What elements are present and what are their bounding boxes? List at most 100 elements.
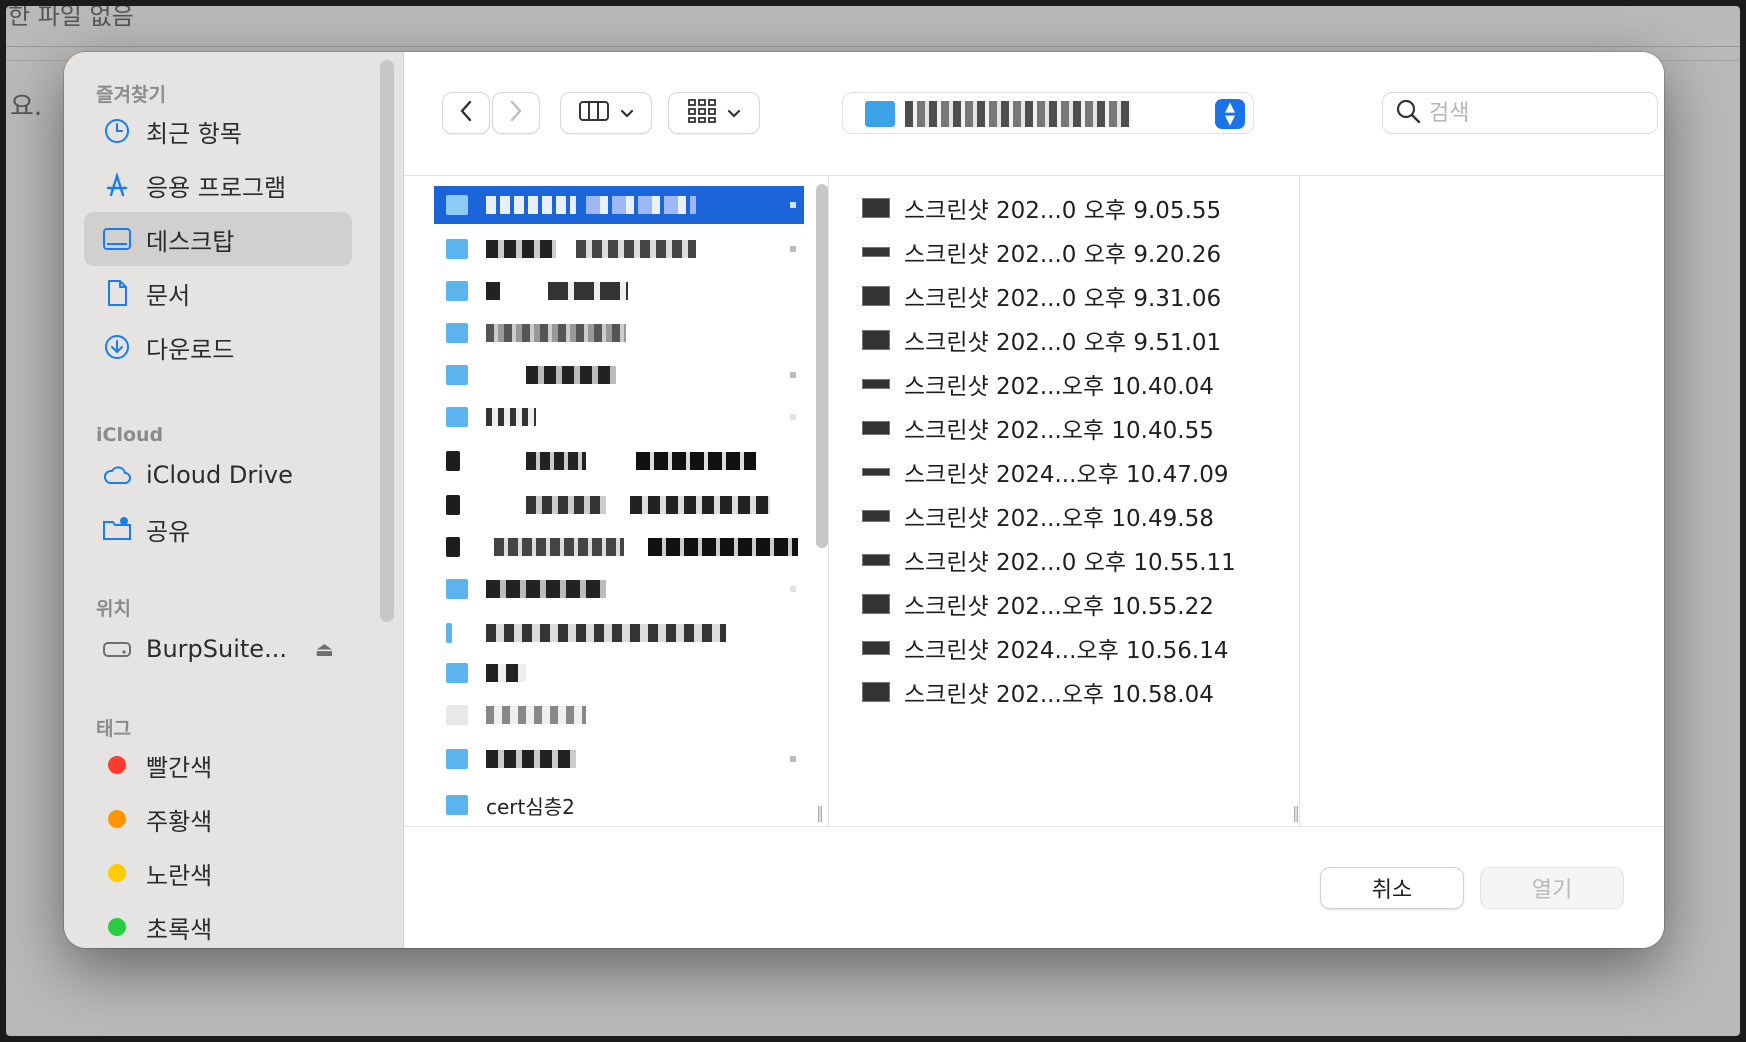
file-item[interactable]: 스크린샷 202...0 오후 9.05.55 bbox=[862, 188, 1221, 228]
file-item[interactable]: 스크린샷 202...오후 10.40.55 bbox=[862, 408, 1214, 448]
browser-column-1: cert심층2 ‖ bbox=[404, 176, 829, 826]
sidebar-tag-green[interactable]: 초록색 bbox=[84, 900, 352, 948]
sidebar-item-downloads[interactable]: 다운로드 bbox=[84, 320, 352, 374]
shared-folder-icon bbox=[102, 514, 132, 544]
sidebar-item-applications[interactable]: 응용 프로그램 bbox=[84, 158, 352, 212]
folder-icon bbox=[446, 451, 460, 471]
sidebar-item-label: 노란색 bbox=[146, 861, 213, 890]
forward-button[interactable] bbox=[492, 92, 540, 134]
sidebar-item-label: iCloud Drive bbox=[146, 461, 293, 489]
location-popup[interactable]: ▲ ▼ bbox=[842, 92, 1254, 134]
file-name: 스크린샷 202...오후 10.49.58 bbox=[904, 506, 1214, 532]
background-status-text: 한 파일 없음 bbox=[8, 6, 134, 30]
sidebar-tag-orange[interactable]: 주황색 bbox=[84, 792, 352, 846]
sidebar-item-label: 빨간색 bbox=[146, 753, 213, 782]
grid-group-icon bbox=[687, 98, 717, 128]
sidebar-scrollbar[interactable] bbox=[380, 60, 394, 622]
screenshot-thumbnail-icon bbox=[862, 247, 890, 257]
list-item[interactable] bbox=[434, 272, 804, 310]
list-item[interactable] bbox=[434, 696, 804, 734]
list-item[interactable] bbox=[434, 398, 804, 436]
file-item[interactable]: 스크린샷 202...0 오후 10.55.11 bbox=[862, 540, 1236, 580]
folder-icon bbox=[446, 623, 452, 643]
document-icon bbox=[102, 278, 132, 308]
sidebar-item-shared[interactable]: 공유 bbox=[84, 502, 352, 556]
file-item[interactable]: 스크린샷 202...오후 10.55.22 bbox=[862, 584, 1214, 624]
background-body-text: 요. bbox=[10, 92, 43, 122]
list-item[interactable] bbox=[434, 740, 804, 778]
file-item[interactable]: 스크린샷 2024...오후 10.56.14 bbox=[862, 628, 1228, 668]
chevron-right-icon bbox=[790, 756, 796, 762]
chevron-down-icon bbox=[727, 104, 741, 123]
folder-icon bbox=[446, 705, 468, 725]
list-item[interactable] bbox=[434, 486, 804, 524]
list-item[interactable] bbox=[434, 654, 804, 692]
list-item[interactable] bbox=[434, 314, 804, 352]
file-item[interactable]: 스크린샷 202...0 오후 9.20.26 bbox=[862, 232, 1221, 272]
file-item[interactable]: 스크린샷 202...오후 10.58.04 bbox=[862, 672, 1214, 712]
disk-icon bbox=[102, 634, 132, 664]
open-file-dialog: 즐겨찾기 최근 항목 응용 프로그램 데스크탑 문서 다운로드 iCloud i… bbox=[64, 52, 1664, 948]
tag-dot-icon bbox=[108, 810, 126, 828]
sidebar-item-icloud-drive[interactable]: iCloud Drive bbox=[84, 448, 352, 502]
file-item[interactable]: 스크린샷 2024...오후 10.47.09 bbox=[862, 452, 1228, 492]
file-item[interactable]: 스크린샷 202...0 오후 9.51.01 bbox=[862, 320, 1221, 360]
list-item[interactable]: cert심층2 bbox=[434, 786, 804, 824]
group-button[interactable] bbox=[668, 92, 760, 134]
list-item[interactable] bbox=[434, 442, 804, 480]
redacted-text bbox=[486, 706, 586, 724]
list-item[interactable] bbox=[434, 186, 804, 224]
folder-icon bbox=[446, 281, 468, 301]
sidebar-item-label: 데스크탑 bbox=[146, 227, 235, 256]
screenshot-thumbnail-icon bbox=[862, 641, 890, 655]
redacted-text bbox=[486, 282, 500, 300]
screenshot-thumbnail-icon bbox=[862, 510, 890, 522]
file-item[interactable]: 스크린샷 202...오후 10.40.04 bbox=[862, 364, 1214, 404]
search-input[interactable] bbox=[1429, 100, 1639, 126]
sidebar-tag-yellow[interactable]: 노란색 bbox=[84, 846, 352, 900]
sidebar-item-label: 주황색 bbox=[146, 807, 213, 836]
folder-icon bbox=[446, 195, 468, 215]
location-name-redacted bbox=[905, 101, 1131, 127]
cloud-icon bbox=[102, 460, 132, 490]
sidebar-item-desktop[interactable]: 데스크탑 bbox=[84, 212, 352, 266]
chevron-right-icon bbox=[790, 586, 796, 592]
sidebar-section-locations: 위치 bbox=[96, 598, 131, 620]
back-button[interactable] bbox=[442, 92, 490, 134]
columns-view-icon bbox=[578, 99, 610, 127]
sidebar-item-label: 응용 프로그램 bbox=[146, 173, 287, 202]
column-resize-handle[interactable]: ‖ bbox=[1292, 803, 1300, 822]
view-mode-button[interactable] bbox=[560, 92, 652, 134]
background-divider bbox=[6, 46, 1740, 47]
sidebar-item-burpsuite[interactable]: BurpSuite... ⏏ bbox=[84, 622, 352, 676]
chevron-left-icon bbox=[459, 100, 473, 126]
list-item[interactable] bbox=[434, 528, 804, 566]
applications-icon bbox=[102, 170, 132, 200]
file-name: 스크린샷 202...0 오후 9.05.55 bbox=[904, 198, 1222, 224]
list-item[interactable] bbox=[434, 614, 804, 652]
cancel-button[interactable]: 취소 bbox=[1320, 867, 1464, 909]
list-item[interactable] bbox=[434, 230, 804, 268]
sidebar-tag-red[interactable]: 빨간색 bbox=[84, 738, 352, 792]
file-name: 스크린샷 202...0 오후 9.51.01 bbox=[904, 330, 1222, 356]
file-name: 스크린샷 202...오후 10.55.22 bbox=[904, 594, 1214, 620]
search-field[interactable] bbox=[1382, 92, 1658, 134]
sidebar-item-documents[interactable]: 문서 bbox=[84, 266, 352, 320]
screenshot-thumbnail-icon bbox=[862, 554, 890, 566]
screenshot-thumbnail-icon bbox=[862, 330, 890, 350]
column-resize-handle[interactable]: ‖ bbox=[816, 803, 824, 822]
file-item[interactable]: 스크린샷 202...오후 10.49.58 bbox=[862, 496, 1214, 536]
list-item[interactable] bbox=[434, 356, 804, 394]
file-item[interactable]: 스크린샷 202...0 오후 9.31.06 bbox=[862, 276, 1221, 316]
desktop-icon bbox=[102, 224, 132, 254]
eject-icon[interactable]: ⏏ bbox=[315, 637, 334, 661]
column-1-scrollbar[interactable] bbox=[816, 184, 828, 548]
open-button[interactable]: 열기 bbox=[1480, 867, 1624, 909]
sidebar-item-recents[interactable]: 최근 항목 bbox=[84, 104, 352, 158]
sidebar-section-favorites: 즐겨찾기 bbox=[96, 84, 166, 106]
redacted-text bbox=[630, 496, 770, 514]
download-icon bbox=[102, 332, 132, 362]
chevron-right-icon bbox=[790, 202, 796, 208]
redacted-text bbox=[486, 750, 576, 768]
list-item[interactable] bbox=[434, 570, 804, 608]
